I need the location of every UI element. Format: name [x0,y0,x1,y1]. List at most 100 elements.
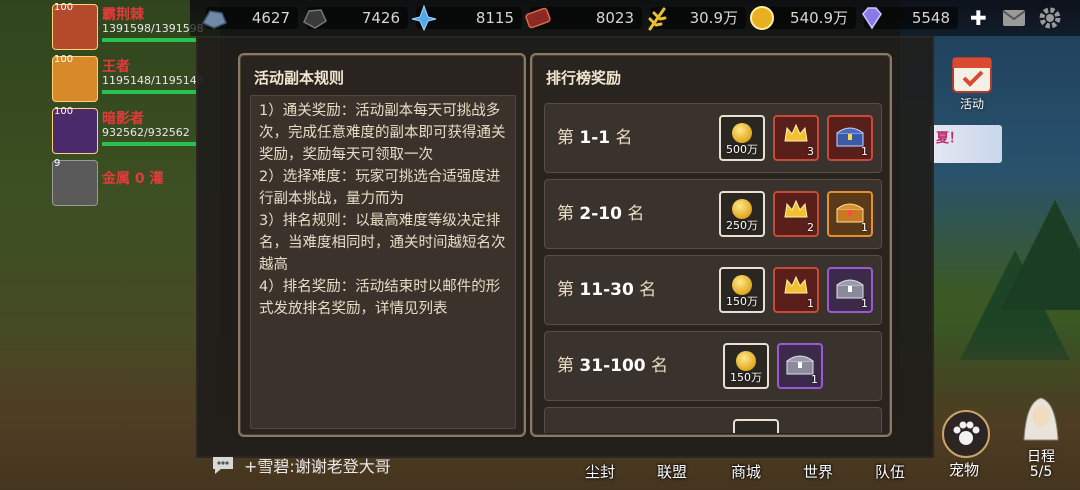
gold-coin-icon [732,275,752,295]
hp-bar [102,90,198,94]
player-name: 王者 [102,59,130,75]
reward-gold[interactable]: 500万 [719,115,765,161]
reward-items [733,419,779,433]
schedule-count: 5/5 [1029,464,1053,480]
resource-wheat: 30.9万 [648,5,746,31]
blue-stone-icon [201,10,227,29]
character-portrait-icon [1023,397,1059,441]
chest-icon [836,127,864,147]
add-diamond-button[interactable]: ✚ [970,6,987,30]
nav-label: 尘封 [584,463,615,481]
nav-pet[interactable]: 宠物 [932,410,996,488]
resource-black-stone: 7426 [303,5,408,31]
chat-bar[interactable]: +雪碧:谢谢老登大哥 [210,452,391,478]
rank-range: 11-30 [579,280,634,300]
reward-items: 150万 1 [723,343,823,389]
player-entry[interactable]: 100 霸荆棘 1391598/1391598 [52,0,204,52]
rule-item: 4）排名奖励：活动结束时以邮件的形式发放排名奖励，详情见列表 [259,279,501,317]
reward-items: 250万 2 1 [719,191,873,237]
player-hp: 1391598/1391598 [102,22,204,35]
rank-reward-panel: 排行榜奖励 第 1-1 名 500万 3 1 第 2-10 名 250万 2 1… [530,53,892,437]
rule-item: 2）选择难度：玩家可挑选合适强度进行副本挑战，量力而为 [259,169,501,207]
rank-range: 31-100 [579,356,646,376]
rank-label: 第 11-30 名 [557,280,657,300]
reward-crown[interactable]: 2 [773,191,819,237]
rules-panel: 活动副本规则 1）通关奖励：活动副本每天可挑战多次，完成任意难度的副本即可获得通… [238,53,526,437]
schedule-label: 日程 [1027,449,1055,465]
player-name: 霸荆棘 [102,7,144,23]
nav-label: 队伍 [874,463,905,481]
rule-item: 1）通关奖励：活动副本每天可挑战多次，完成任意难度的副本即可获得通关奖励，奖励每… [259,103,506,163]
player-list: 100 霸荆棘 1391598/1391598 100 王者 1195148/1… [52,0,204,208]
crystal-icon [411,5,437,31]
diamond-icon [862,7,882,30]
reward-chest[interactable]: 1 [827,191,873,237]
reward-crown[interactable]: 3 [773,115,819,161]
player-level: 100 [54,54,74,65]
chest-icon [836,203,864,223]
nav-label: 世界 [802,463,833,481]
event-banner[interactable]: 夏！ [930,125,1002,163]
reward-gold[interactable]: 250万 [719,191,765,237]
rank-label: 第 31-100 名 [557,356,669,376]
rank-list[interactable]: 第 1-1 名 500万 3 1 第 2-10 名 250万 2 1 第 11-… [540,95,882,433]
reward-chest[interactable]: 1 [827,267,873,313]
reward-chest[interactable]: 1 [777,343,823,389]
player-level: 100 [54,2,74,13]
reward-gold[interactable]: 150万 [723,343,769,389]
event-label: 活动 [959,97,984,111]
reward-gold[interactable] [733,419,779,433]
rank-row: 第 31-100 名 150万 1 [544,331,882,401]
chat-message: +雪碧:谢谢老登大哥 [244,457,391,476]
calendar-icon [952,57,992,93]
resource-wood: 8023 [525,5,642,31]
schedule-button[interactable]: 日程 5/5 [1006,390,1076,486]
nav-label: 宠物 [948,461,979,479]
gear-icon[interactable] [1037,5,1063,31]
chest-icon [836,279,864,299]
gold-coin-icon [750,6,774,30]
rank-row: 第 2-10 名 250万 2 1 [544,179,882,249]
rules-text-box[interactable]: 1）通关奖励：活动副本每天可挑战多次，完成任意难度的副本即可获得通关奖励，奖励每… [250,95,516,429]
nav-world[interactable]: 世界 [790,440,846,486]
rank-label: 第 2-10 名 [557,204,645,224]
reward-chest[interactable]: 1 [827,115,873,161]
player-hp: 932562/932562 [102,126,190,139]
paw-icon [942,410,990,458]
resource-diamond: 5548 [862,5,958,31]
player-entry[interactable]: 100 王者 1195148/1195148 [52,52,204,104]
reward-items: 500万 3 1 [719,115,873,161]
gold-coin-icon [736,351,756,371]
player-level: 100 [54,106,74,117]
resource-gold: 540.9万 [750,5,856,31]
chest-icon [786,355,814,375]
nav-team[interactable]: 队伍 [862,440,918,486]
mail-icon[interactable] [1001,5,1027,31]
black-stone-icon [303,9,327,29]
player-entry[interactable]: 100 暗影者 932562/932562 [52,104,202,156]
player-name: 暗影者 [102,111,144,127]
event-button[interactable]: 活动 [944,50,1000,112]
rank-range: 2-10 [579,204,622,224]
banner-text: 夏！ [936,131,963,146]
nav-label: 联盟 [656,463,687,481]
side-notice[interactable]: 9 金属 0 灌 [52,156,202,208]
gold-coin-icon [732,123,752,143]
nav-dust[interactable]: 尘封 [572,440,628,486]
nav-shop[interactable]: 商城 [718,440,774,486]
resource-blue-stone: 4627 [201,5,298,31]
nav-alliance[interactable]: 联盟 [644,440,700,486]
hp-bar [102,38,198,42]
reward-gold[interactable]: 150万 [719,267,765,313]
resource-bar: 4627 7426 8115 8023 30.9万 540.9万 5548 ✚ [190,0,1080,36]
reward-crown[interactable]: 1 [773,267,819,313]
reward-items: 150万 1 1 [719,267,873,313]
rank-label: 第 1-1 名 [557,128,633,148]
crown-icon [784,199,808,218]
notice-text: 金属 0 灌 [102,171,164,187]
wood-icon [525,7,551,29]
crown-icon [784,275,808,294]
wheat-icon [648,7,667,31]
hp-bar [102,142,198,146]
rank-range: 1-1 [579,128,611,148]
